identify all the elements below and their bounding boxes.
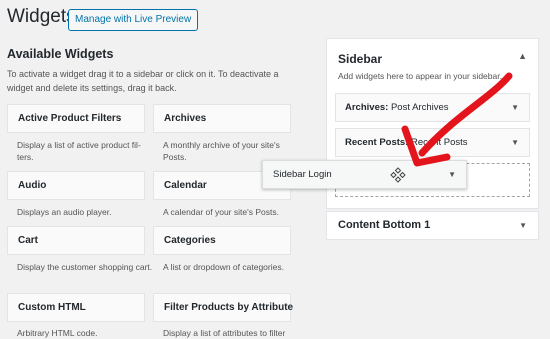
available-widgets-title: Available Widgets	[7, 47, 114, 61]
move-icon	[390, 167, 406, 183]
widget-subtitle: Post Archives	[390, 102, 449, 113]
content-bottom-title: Content Bottom 1	[338, 219, 431, 231]
widget-description: Arbitrary HTML code.	[17, 328, 98, 338]
expand-arrow-icon[interactable]: ▼	[511, 129, 519, 156]
widget-description: Displays an audio player.	[17, 207, 112, 217]
manage-live-preview-button[interactable]: Manage with Live Preview	[68, 9, 199, 31]
expand-arrow-icon[interactable]: ▼	[448, 161, 456, 188]
widget-name: Archives:	[345, 102, 389, 113]
page-title: Widgets	[7, 6, 76, 27]
widget-cart[interactable]: Cart	[7, 226, 145, 255]
widget-description: A list or dropdown of categories.	[163, 262, 284, 272]
content-bottom-area[interactable]: Content Bottom 1 ▼	[326, 211, 539, 240]
sidebar-description: Add widgets here to appear in your sideb…	[338, 71, 502, 81]
sidebar-title[interactable]: Sidebar	[338, 52, 382, 66]
widget-categories[interactable]: Categories	[153, 226, 291, 255]
widget-custom-html[interactable]: Custom HTML	[7, 293, 145, 322]
widget-active-product-filters[interactable]: Active Product Filters	[7, 104, 145, 133]
widget-subtitle: Recent Posts	[411, 137, 468, 148]
sidebar-widget-recent-posts[interactable]: Recent Posts: Recent Posts ▼	[335, 128, 530, 157]
sidebar-widget-archives[interactable]: Archives: Post Archives ▼	[335, 93, 530, 122]
dragging-widget-sidebar-login[interactable]: Sidebar Login ▼	[262, 160, 467, 189]
expand-arrow-icon[interactable]: ▼	[511, 94, 519, 121]
widget-description: A calendar of your site's Posts.	[163, 207, 279, 217]
widget-description: Display a list of attributes to filter	[163, 328, 286, 338]
dragging-widget-label: Sidebar Login	[273, 169, 332, 180]
widget-archives[interactable]: Archives	[153, 104, 291, 133]
available-widgets-description: To activate a widget drag it to a sideba…	[7, 69, 279, 93]
collapse-arrow-icon[interactable]: ▲	[518, 51, 527, 61]
expand-arrow-icon[interactable]: ▼	[519, 212, 527, 239]
widget-audio[interactable]: Audio	[7, 171, 145, 200]
widget-description: Display the customer shopping cart.	[17, 262, 153, 272]
widget-name: Recent Posts:	[345, 137, 409, 148]
widget-description: Display a list of active product fil-ter…	[17, 140, 141, 162]
widget-filter-products-by-attribute[interactable]: Filter Products by Attribute	[153, 293, 293, 322]
